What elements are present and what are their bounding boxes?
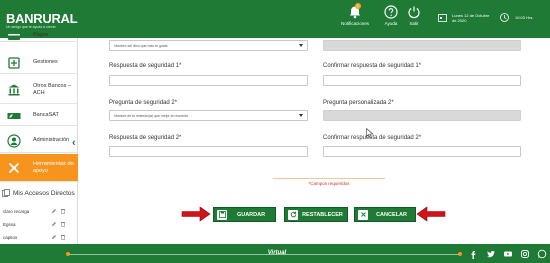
exit-label: Salir — [409, 21, 419, 26]
answer-1-input[interactable] — [109, 75, 308, 86]
sat-logo-icon — [7, 112, 21, 119]
youtube-icon[interactable] — [503, 249, 513, 259]
calendar-icon — [438, 14, 447, 22]
reset-button[interactable]: RESTABLECER — [284, 207, 348, 222]
answer-1-label: Respuesta de seguridad 1* — [109, 63, 182, 69]
edit-icon[interactable] — [51, 234, 57, 240]
footer: Virtual — [0, 244, 550, 263]
security-question-2-select[interactable]: Nombre de tu maestro(a) que mejor te rec… — [109, 110, 308, 121]
tools-icon — [9, 162, 19, 173]
select-value: Nombre de tu maestro(a) que mejor te rec… — [114, 114, 189, 118]
shortcuts-title: Mis Accesos Directos — [13, 189, 75, 197]
current-time: 10:03 Hrs. — [515, 15, 534, 20]
confirm-answer-1-input[interactable] — [323, 75, 521, 86]
question-circle-icon — [384, 5, 398, 19]
footer-dot — [458, 252, 462, 256]
collapse-sidebar-icon[interactable]: ‹ — [72, 137, 76, 149]
shortcut-item[interactable]: Egssa — [3, 222, 16, 227]
shortcuts-icon — [2, 189, 10, 197]
clock-icon — [500, 13, 509, 22]
question-2-label: Pregunta de seguridad 2* — [109, 100, 178, 106]
top-header: BANRURAL Un amigo que te ayuda a crecer … — [0, 0, 550, 38]
sidebar-item-ach[interactable]: Otros Bancos – ACH — [0, 76, 78, 104]
required-fields-note: *Campos requeridos — [273, 178, 385, 186]
sidebar-item-label: BancaSAT — [33, 112, 59, 119]
shortcut-item[interactable]: capitos — [3, 235, 17, 240]
shortcut-actions — [51, 208, 66, 214]
trash-icon[interactable] — [60, 208, 66, 214]
refresh-icon — [288, 209, 298, 220]
shortcut-item[interactable]: claro recarga — [3, 209, 29, 214]
management-icon — [8, 56, 20, 69]
power-icon — [408, 6, 420, 19]
edit-icon[interactable] — [51, 221, 57, 227]
shortcut-actions — [51, 221, 66, 227]
footer-dot — [66, 252, 70, 256]
sidebar-item-pagos[interactable]: Pagos — [0, 30, 78, 42]
red-arrow-right-icon — [181, 206, 211, 222]
reset-label: RESTABLECER — [302, 211, 343, 218]
twitter-icon[interactable] — [486, 249, 496, 259]
answer-2-input[interactable] — [109, 146, 308, 157]
edit-icon[interactable] — [51, 208, 57, 214]
sidebar-item-label: Otros Bancos – ACH — [33, 83, 71, 96]
sidebar-item-label: Herramientas de apoyo — [33, 161, 74, 174]
cancel-label: CANCELAR — [376, 211, 407, 218]
custom-question-2-field — [323, 110, 521, 121]
select-value: Nombre del libro que más te gusta — [114, 44, 168, 48]
red-arrow-left-icon — [416, 206, 446, 222]
save-icon — [217, 209, 227, 220]
shortcut-actions — [51, 234, 66, 240]
trash-icon[interactable] — [60, 234, 66, 240]
close-icon — [358, 209, 368, 220]
banrural-logo[interactable]: BANRURAL — [6, 11, 78, 26]
sidebar-item-label: Administración — [33, 137, 70, 144]
notifications-label: Notificaciones — [341, 21, 370, 26]
trash-icon[interactable] — [60, 221, 66, 227]
instagram-icon[interactable] — [520, 249, 530, 259]
notification-badge: 2 — [355, 3, 361, 9]
help-label: Ayuda — [384, 21, 398, 26]
chevron-down-icon — [299, 114, 303, 117]
cancel-button[interactable]: CANCELAR — [354, 207, 416, 222]
sidebar-item-bancasat[interactable]: BancaSAT — [0, 106, 78, 126]
security-question-1-select[interactable]: Nombre del libro que más te gusta — [109, 40, 308, 51]
custom-question-2-label: Pregunta personalizada 2* — [323, 100, 394, 106]
mouse-cursor-icon — [366, 128, 374, 139]
facebook-icon[interactable] — [469, 249, 479, 259]
whatsapp-icon[interactable] — [537, 249, 547, 259]
answer-2-label: Respuesta de seguridad 2* — [109, 135, 182, 141]
shortcuts-header: Mis Accesos Directos — [2, 189, 75, 197]
admin-user-icon — [7, 133, 21, 148]
help-button[interactable]: Ayuda — [384, 5, 398, 26]
sidebar-item-label: Pagos — [33, 32, 49, 39]
current-date: Lunes 12 de Octubre de 2020 — [452, 13, 490, 23]
chevron-down-icon — [299, 44, 303, 47]
confirm-answer-2-input[interactable] — [323, 146, 521, 157]
confirm-answer-1-label: Confirmar respuesta de seguridad 1* — [323, 63, 422, 69]
sidebar-item-herramientas[interactable]: Herramientas de apoyo — [0, 154, 78, 182]
payments-icon — [8, 31, 20, 40]
custom-question-1-field — [323, 40, 521, 51]
sidebar-item-administracion[interactable]: Administración — [0, 129, 78, 153]
sidebar-item-label: Gestiones — [33, 59, 58, 66]
sidebar-item-gestiones[interactable]: Gestiones — [0, 52, 78, 74]
notifications-button[interactable]: 2 Notificaciones — [341, 3, 370, 26]
save-button[interactable]: GUARDAR — [213, 207, 276, 222]
bank-icon — [8, 84, 20, 95]
save-label: GUARDAR — [236, 211, 266, 218]
banrural-virtual-logo: Virtual — [267, 250, 287, 256]
exit-button[interactable]: Salir — [407, 5, 421, 26]
